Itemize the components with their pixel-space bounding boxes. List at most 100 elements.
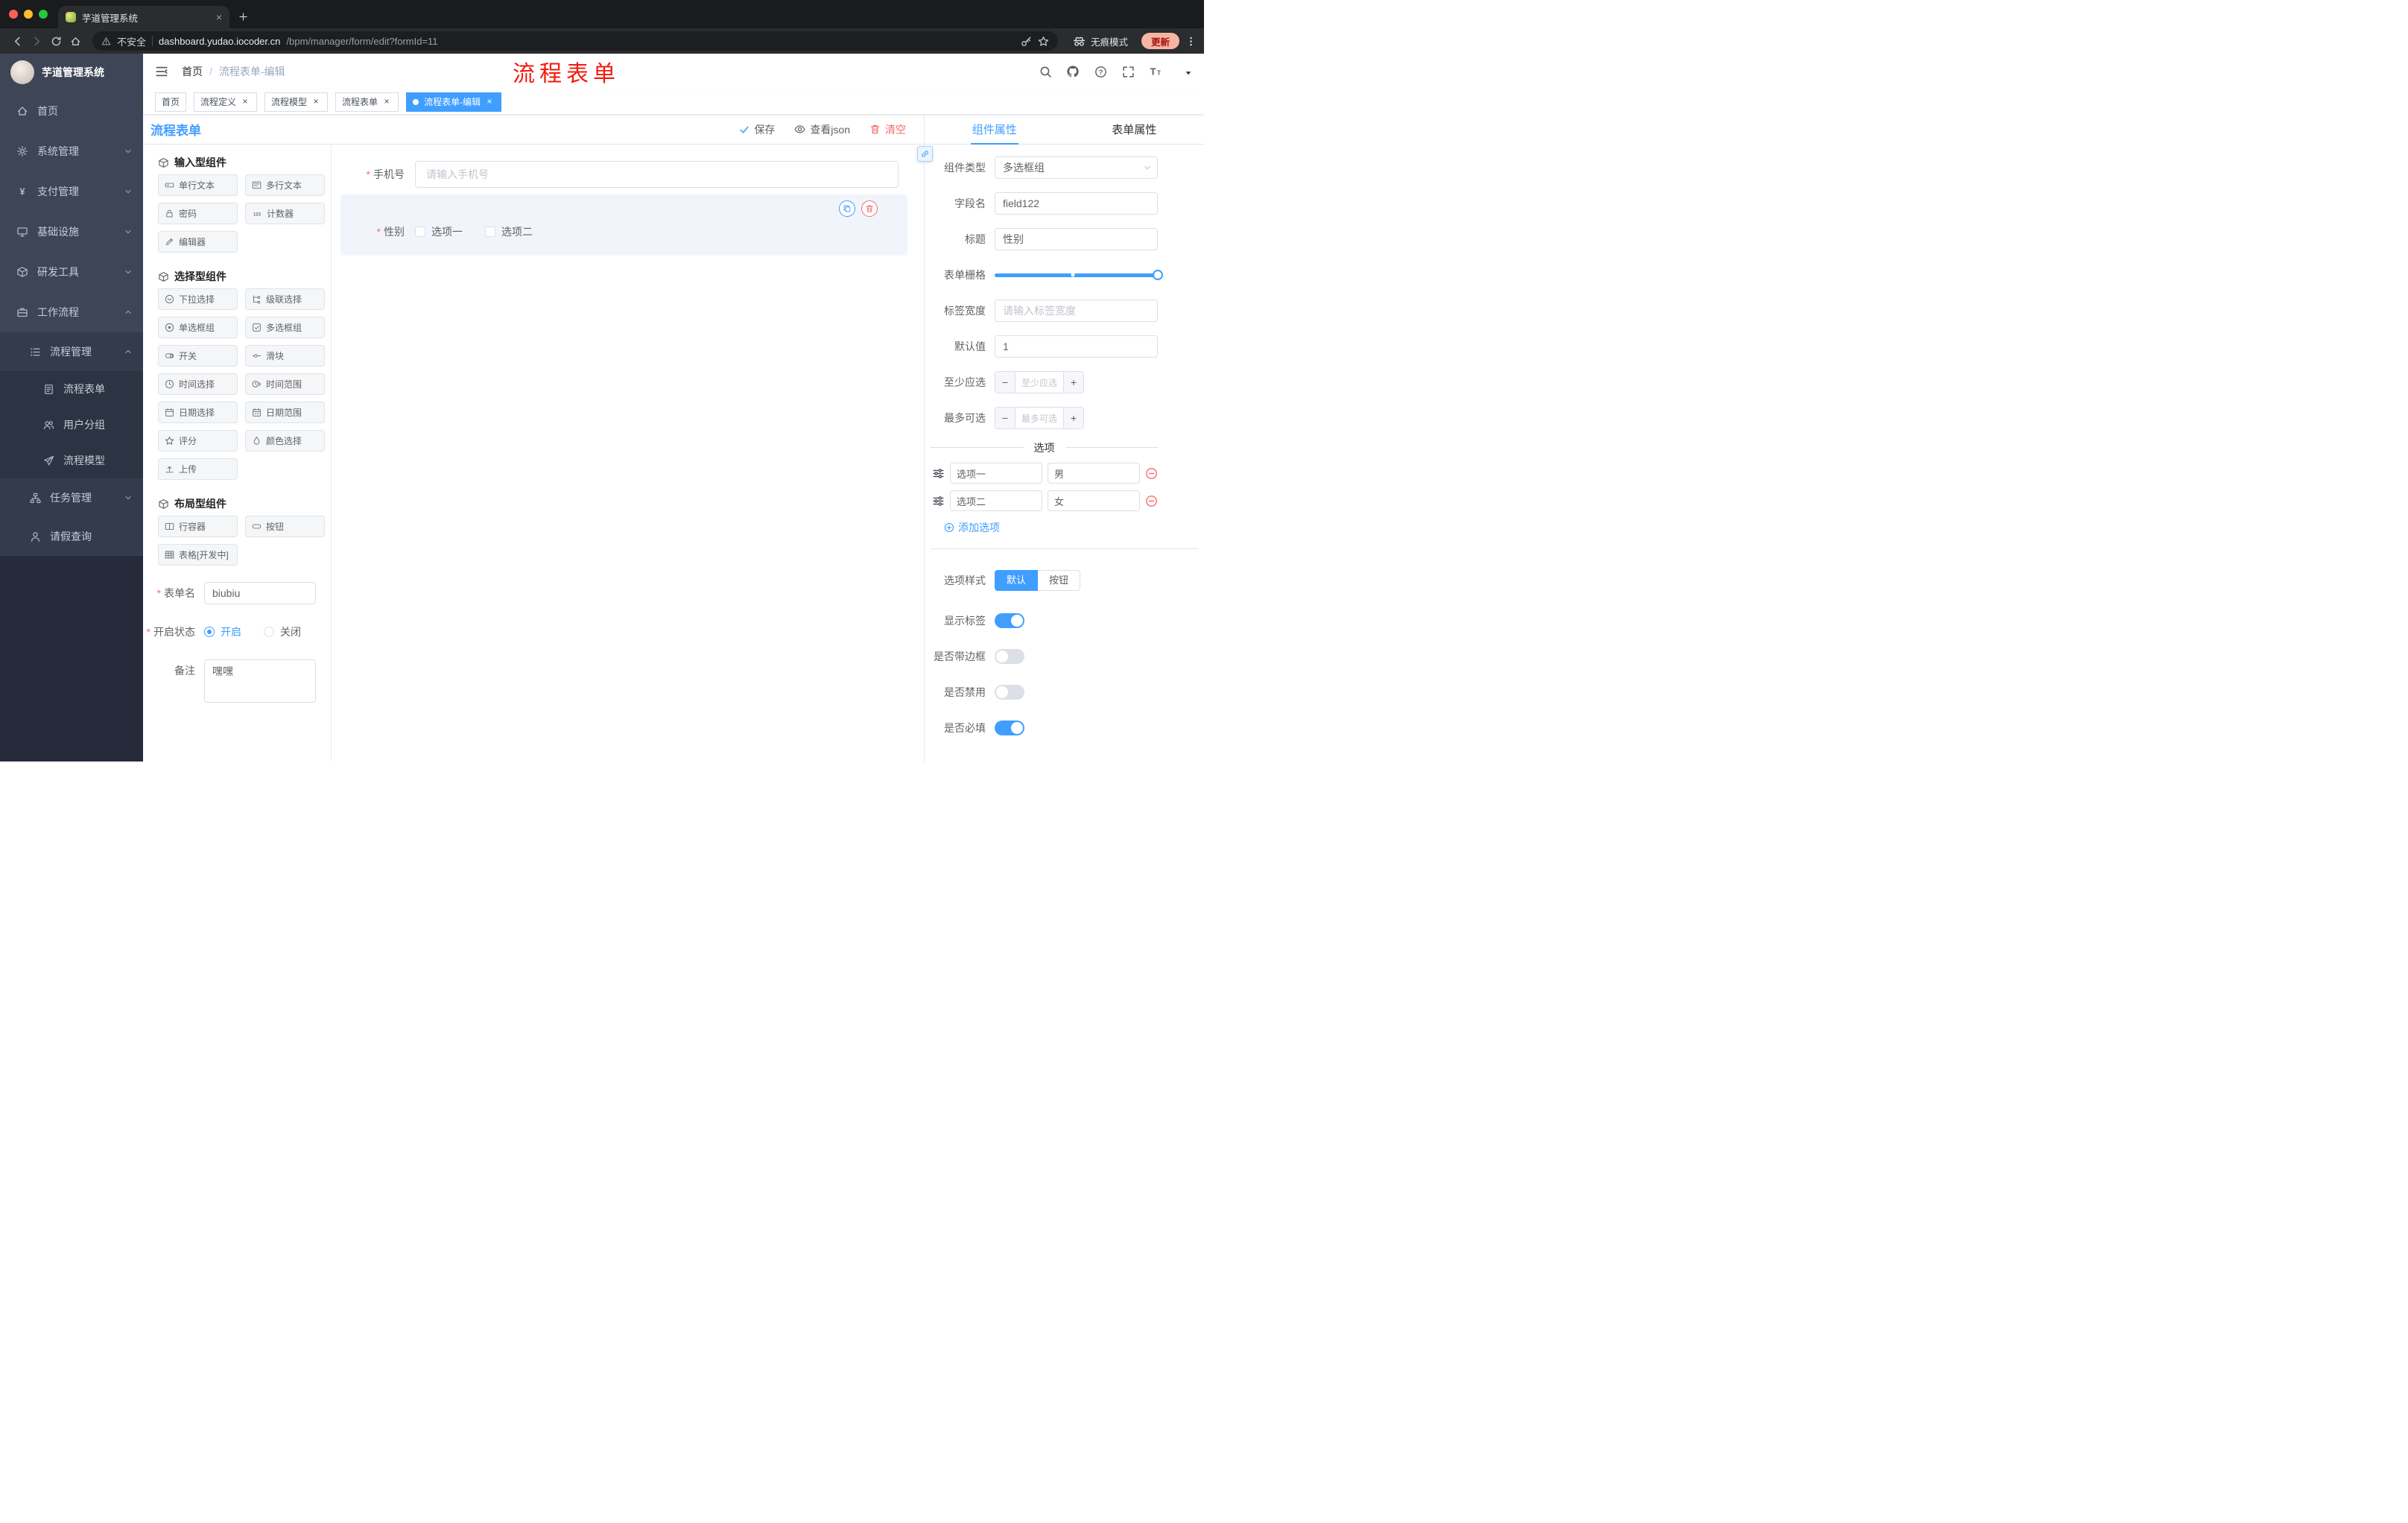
palette-item-date-range[interactable]: 日期范围 — [245, 402, 325, 423]
palette-item-counter[interactable]: 计数器 — [245, 203, 325, 224]
tab-close-icon[interactable]: × — [216, 12, 222, 22]
sidebar-item-system-management[interactable]: 系统管理 — [0, 131, 143, 171]
tab-component-props[interactable]: 组件属性 — [925, 115, 1065, 144]
field-name-input[interactable] — [995, 192, 1158, 215]
sidebar-item-process-form[interactable]: 流程表单 — [0, 371, 143, 407]
view-json-button[interactable]: 查看json — [794, 122, 850, 137]
stepper-placeholder[interactable]: 最多可选 — [1016, 408, 1063, 428]
new-tab-button[interactable] — [238, 12, 248, 22]
title-input[interactable] — [995, 228, 1158, 250]
window-controls[interactable] — [9, 10, 48, 19]
sidebar-item-home[interactable]: 首页 — [0, 91, 143, 131]
update-button[interactable]: 更新 — [1141, 33, 1179, 49]
palette-item-date-picker[interactable]: 日期选择 — [158, 402, 238, 423]
palette-item-rate[interactable]: 评分 — [158, 430, 238, 452]
sidebar-item-process-model[interactable]: 流程模型 — [0, 443, 143, 478]
minimize-window-button[interactable] — [24, 10, 33, 19]
form-name-input[interactable] — [204, 582, 316, 604]
show-label-toggle[interactable] — [995, 613, 1024, 628]
maximize-window-button[interactable] — [39, 10, 48, 19]
brand[interactable]: 芋道管理系统 — [0, 54, 143, 91]
checkbox-box[interactable] — [485, 227, 495, 237]
decrement-button[interactable]: − — [995, 372, 1016, 393]
required-toggle[interactable] — [995, 721, 1024, 735]
sidebar-item-process-management[interactable]: 流程管理 — [0, 332, 143, 371]
sidebar-item-infrastructure[interactable]: 基础设施 — [0, 212, 143, 252]
tag-home[interactable]: 首页 — [155, 92, 187, 112]
palette-item-select[interactable]: 下拉选择 — [158, 288, 238, 310]
doc-link-icon[interactable] — [917, 146, 933, 162]
browser-home-icon[interactable] — [66, 31, 85, 51]
sidebar-item-leave-query[interactable]: 请假查询 — [0, 517, 143, 556]
tag-close-icon[interactable]: × — [311, 96, 321, 107]
fullscreen-icon[interactable] — [1119, 61, 1137, 82]
delete-component-button[interactable] — [861, 200, 878, 217]
breadcrumb-home[interactable]: 首页 — [182, 64, 203, 79]
tab-form-props[interactable]: 表单属性 — [1065, 115, 1205, 144]
option-value-input[interactable] — [1048, 490, 1140, 511]
palette-item-slider[interactable]: 滑块 — [245, 345, 325, 367]
phone-field[interactable]: 手机号 — [340, 161, 899, 188]
disabled-toggle[interactable] — [995, 685, 1024, 700]
palette-item-upload[interactable]: 上传 — [158, 458, 238, 480]
tag-process-definition[interactable]: 流程定义 × — [194, 92, 258, 112]
github-icon[interactable] — [1064, 61, 1082, 82]
incognito-chip[interactable]: 无痕模式 — [1065, 34, 1135, 48]
add-option-button[interactable]: 添加选项 — [944, 520, 1158, 535]
gender-field[interactable]: 性别 选项一 选项二 — [340, 224, 896, 239]
copy-component-button[interactable] — [839, 200, 855, 217]
palette-item-row-container[interactable]: 行容器 — [158, 516, 238, 537]
palette-item-checkbox-group[interactable]: 多选框组 — [245, 317, 325, 338]
tag-close-icon[interactable]: × — [381, 96, 392, 107]
status-on-radio[interactable]: 开启 — [204, 624, 241, 639]
tag-process-form-edit[interactable]: 流程表单-编辑 × — [406, 92, 502, 112]
address-bar[interactable]: 不安全 dashboard.yudao.iocoder.cn /bpm/mana… — [92, 31, 1058, 51]
reload-icon[interactable] — [46, 31, 66, 51]
gender-option-2[interactable]: 选项二 — [485, 224, 533, 239]
tag-close-icon[interactable]: × — [484, 96, 495, 107]
form-canvas[interactable]: 手机号 性别 — [332, 145, 924, 762]
save-button[interactable]: 保存 — [739, 122, 775, 137]
component-type-select[interactable]: 多选框组 — [995, 156, 1158, 179]
palette-item-color-picker[interactable]: 颜色选择 — [245, 430, 325, 452]
browser-menu-icon[interactable] — [1185, 36, 1197, 47]
gender-option-1[interactable]: 选项一 — [415, 224, 463, 239]
drag-handle-icon[interactable] — [932, 467, 945, 480]
sidebar-fold-icon[interactable] — [155, 65, 168, 78]
selected-component[interactable]: 性别 选项一 选项二 — [340, 194, 907, 256]
slider-track[interactable] — [995, 270, 1163, 280]
drag-handle-icon[interactable] — [932, 495, 945, 507]
security-label[interactable]: 不安全 — [117, 34, 146, 48]
grid-slider[interactable] — [995, 264, 1163, 286]
option-value-input[interactable] — [1048, 463, 1140, 484]
option-label-input[interactable] — [950, 463, 1042, 484]
checkbox-box[interactable] — [415, 227, 425, 237]
sidebar-item-payment-management[interactable]: 支付管理 — [0, 171, 143, 212]
palette-item-time-range[interactable]: 时间范围 — [245, 373, 325, 395]
sidebar-item-dev-tools[interactable]: 研发工具 — [0, 252, 143, 292]
palette-item-cascader[interactable]: 级联选择 — [245, 288, 325, 310]
decrement-button[interactable]: − — [995, 408, 1016, 428]
tag-process-model[interactable]: 流程模型 × — [264, 92, 329, 112]
tag-close-icon[interactable]: × — [240, 96, 250, 107]
palette-item-single-line-text[interactable]: 单行文本 — [158, 174, 238, 196]
clear-button[interactable]: 清空 — [869, 122, 906, 137]
default-value-input[interactable] — [995, 335, 1158, 358]
palette-item-multi-line-text[interactable]: 多行文本 — [245, 174, 325, 196]
close-window-button[interactable] — [9, 10, 18, 19]
sidebar-item-workflow[interactable]: 工作流程 — [0, 292, 143, 332]
style-default-button[interactable]: 默认 — [995, 570, 1039, 591]
palette-item-table[interactable]: 表格[开发中] — [158, 544, 238, 566]
tag-process-form[interactable]: 流程表单 × — [335, 92, 399, 112]
font-size-icon[interactable] — [1147, 61, 1165, 82]
password-key-icon[interactable] — [1021, 36, 1032, 47]
remove-option-icon[interactable] — [1145, 495, 1158, 507]
remark-textarea[interactable]: 嘿嘿 — [204, 659, 316, 703]
border-toggle[interactable] — [995, 649, 1024, 664]
palette-item-radio-group[interactable]: 单选框组 — [158, 317, 238, 338]
palette-item-switch[interactable]: 开关 — [158, 345, 238, 367]
increment-button[interactable]: + — [1063, 372, 1083, 393]
help-icon[interactable] — [1091, 61, 1109, 82]
caret-down-icon[interactable] — [1184, 69, 1193, 77]
palette-item-button[interactable]: 按钮 — [245, 516, 325, 537]
